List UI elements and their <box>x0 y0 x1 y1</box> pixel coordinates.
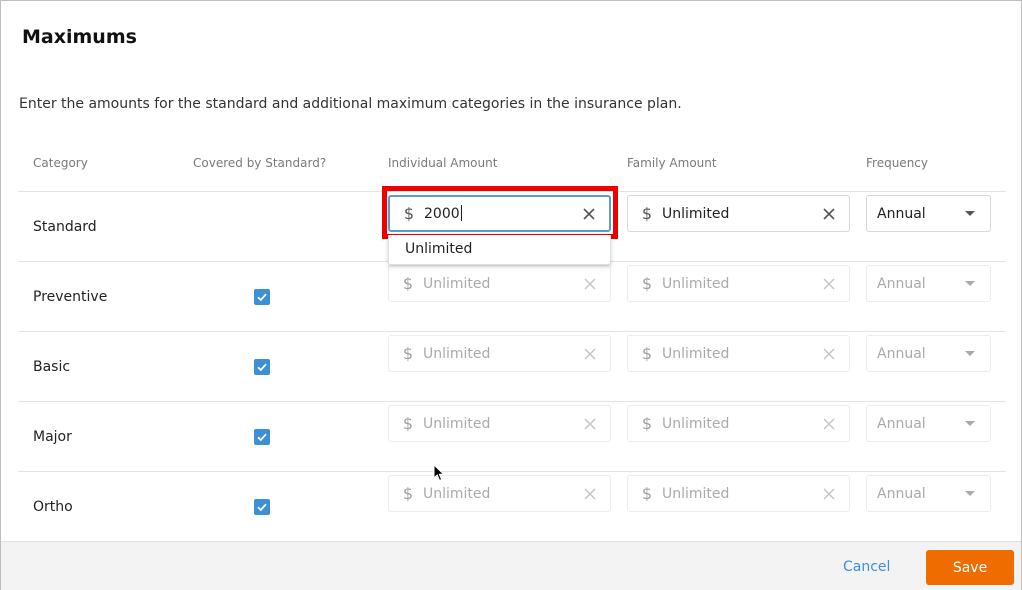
individual-amount-input-preventive[interactable]: $ Unlimited <box>388 265 611 302</box>
dollar-icon: $ <box>402 414 414 433</box>
maximums-dialog: Maximums Enter the amounts for the stand… <box>0 0 1022 590</box>
dollar-icon: $ <box>641 484 653 503</box>
family-amount-input-standard[interactable]: $ Unlimited <box>627 195 850 232</box>
family-amount-input-preventive[interactable]: $ Unlimited <box>627 265 850 302</box>
column-header-individual: Individual Amount <box>388 156 498 170</box>
family-amount-value: Unlimited <box>662 415 730 432</box>
check-icon <box>257 503 267 512</box>
clear-icon[interactable] <box>583 417 597 431</box>
column-header-family: Family Amount <box>627 156 717 170</box>
family-amount-input-major[interactable]: $ Unlimited <box>627 405 850 442</box>
chevron-down-icon <box>965 281 975 286</box>
covered-checkbox-ortho[interactable] <box>254 499 270 515</box>
individual-amount-dropdown: Unlimited <box>388 235 611 265</box>
covered-checkbox-basic[interactable] <box>254 359 270 375</box>
dollar-icon: $ <box>641 274 653 293</box>
frequency-value: Annual <box>877 345 926 362</box>
clear-icon[interactable] <box>583 277 597 291</box>
family-amount-value: Unlimited <box>662 205 730 222</box>
frequency-select-major[interactable]: Annual <box>866 405 991 442</box>
individual-amount-input-major[interactable]: $ Unlimited <box>388 405 611 442</box>
column-header-frequency: Frequency <box>866 156 928 170</box>
family-amount-value: Unlimited <box>662 275 730 292</box>
dialog-footer: Cancel Save <box>1 541 1021 590</box>
family-amount-input-basic[interactable]: $ Unlimited <box>627 335 850 372</box>
row-divider <box>18 331 1006 332</box>
family-amount-value: Unlimited <box>662 485 730 502</box>
dialog-title: Maximums <box>22 26 137 48</box>
individual-amount-value: Unlimited <box>423 275 491 292</box>
frequency-select-preventive[interactable]: Annual <box>866 265 991 302</box>
check-icon <box>257 433 267 442</box>
column-header-category: Category <box>33 156 88 170</box>
frequency-select-standard[interactable]: Annual <box>866 195 991 232</box>
covered-checkbox-preventive[interactable] <box>254 289 270 305</box>
save-button[interactable]: Save <box>926 550 1014 585</box>
chevron-down-icon <box>965 491 975 496</box>
individual-amount-value: Unlimited <box>423 345 491 362</box>
dialog-description: Enter the amounts for the standard and a… <box>19 96 682 112</box>
chevron-down-icon <box>965 211 975 216</box>
individual-amount-input-basic[interactable]: $ Unlimited <box>388 335 611 372</box>
family-amount-value: Unlimited <box>662 345 730 362</box>
row-divider <box>18 471 1006 472</box>
clear-icon[interactable] <box>822 417 836 431</box>
dollar-icon: $ <box>641 414 653 433</box>
frequency-select-basic[interactable]: Annual <box>866 335 991 372</box>
mouse-cursor-icon <box>433 464 445 482</box>
individual-amount-value: Unlimited <box>423 415 491 432</box>
category-label-basic: Basic <box>33 359 71 375</box>
dollar-icon: $ <box>402 344 414 363</box>
dollar-icon: $ <box>641 344 653 363</box>
chevron-down-icon <box>965 421 975 426</box>
individual-amount-value: Unlimited <box>423 485 491 502</box>
frequency-value: Annual <box>877 415 926 432</box>
clear-icon[interactable] <box>822 277 836 291</box>
focus-highlight <box>382 186 618 239</box>
dollar-icon: $ <box>402 274 414 293</box>
clear-icon[interactable] <box>583 347 597 361</box>
frequency-value: Annual <box>877 485 926 502</box>
category-label-preventive: Preventive <box>33 289 108 305</box>
dollar-icon: $ <box>641 204 653 223</box>
frequency-value: Annual <box>877 275 926 292</box>
category-label-ortho: Ortho <box>33 499 73 515</box>
clear-icon[interactable] <box>822 487 836 501</box>
category-label-major: Major <box>33 429 72 445</box>
dollar-icon: $ <box>402 484 414 503</box>
frequency-select-ortho[interactable]: Annual <box>866 475 991 512</box>
clear-icon[interactable] <box>822 207 836 221</box>
cancel-button[interactable]: Cancel <box>843 559 890 575</box>
row-divider <box>18 401 1006 402</box>
check-icon <box>257 363 267 372</box>
check-icon <box>257 293 267 302</box>
covered-checkbox-major[interactable] <box>254 429 270 445</box>
frequency-value: Annual <box>877 205 926 222</box>
category-label-standard: Standard <box>33 219 97 235</box>
column-header-covered: Covered by Standard? <box>193 156 327 170</box>
family-amount-input-ortho[interactable]: $ Unlimited <box>627 475 850 512</box>
clear-icon[interactable] <box>822 347 836 361</box>
dropdown-option-unlimited[interactable]: Unlimited <box>405 241 472 257</box>
chevron-down-icon <box>965 351 975 356</box>
individual-amount-input-ortho[interactable]: $ Unlimited <box>388 475 611 512</box>
clear-icon[interactable] <box>583 487 597 501</box>
